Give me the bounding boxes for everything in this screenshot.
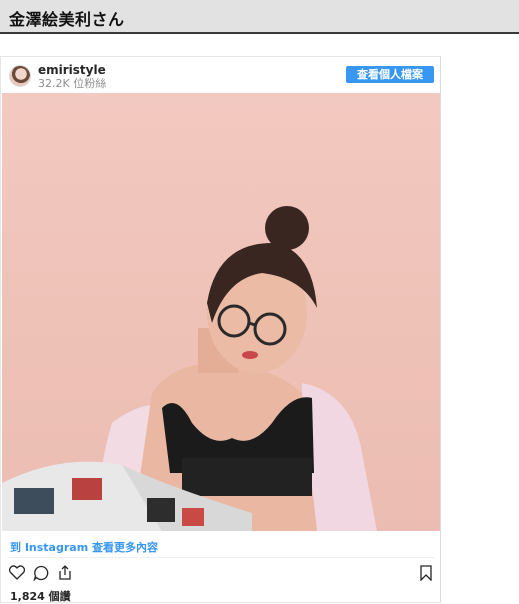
view-more-link[interactable]: 到 Instagram 查看更多內容: [10, 539, 158, 555]
post-photo[interactable]: [2, 93, 440, 531]
heart-icon[interactable]: [8, 565, 26, 584]
avatar[interactable]: [9, 65, 31, 87]
profile-row: emiristyle 32.2K 位粉絲 查看個人檔案: [1, 57, 442, 93]
page-title: 金澤絵美利さん: [9, 10, 125, 29]
share-icon[interactable]: [57, 564, 73, 585]
like-count: 1,824 個讚: [10, 590, 71, 603]
post-photo-illustration: [2, 206, 377, 531]
view-profile-button[interactable]: 查看個人檔案: [346, 66, 434, 83]
page-header: 金澤絵美利さん: [0, 0, 519, 34]
bookmark-icon[interactable]: [419, 565, 433, 585]
follower-count: 32.2K 位粉絲: [38, 77, 107, 90]
comment-icon[interactable]: [33, 565, 49, 585]
divider: [9, 557, 434, 558]
instagram-embed: emiristyle 32.2K 位粉絲 查看個人檔案 到 Instagram …: [0, 56, 441, 603]
